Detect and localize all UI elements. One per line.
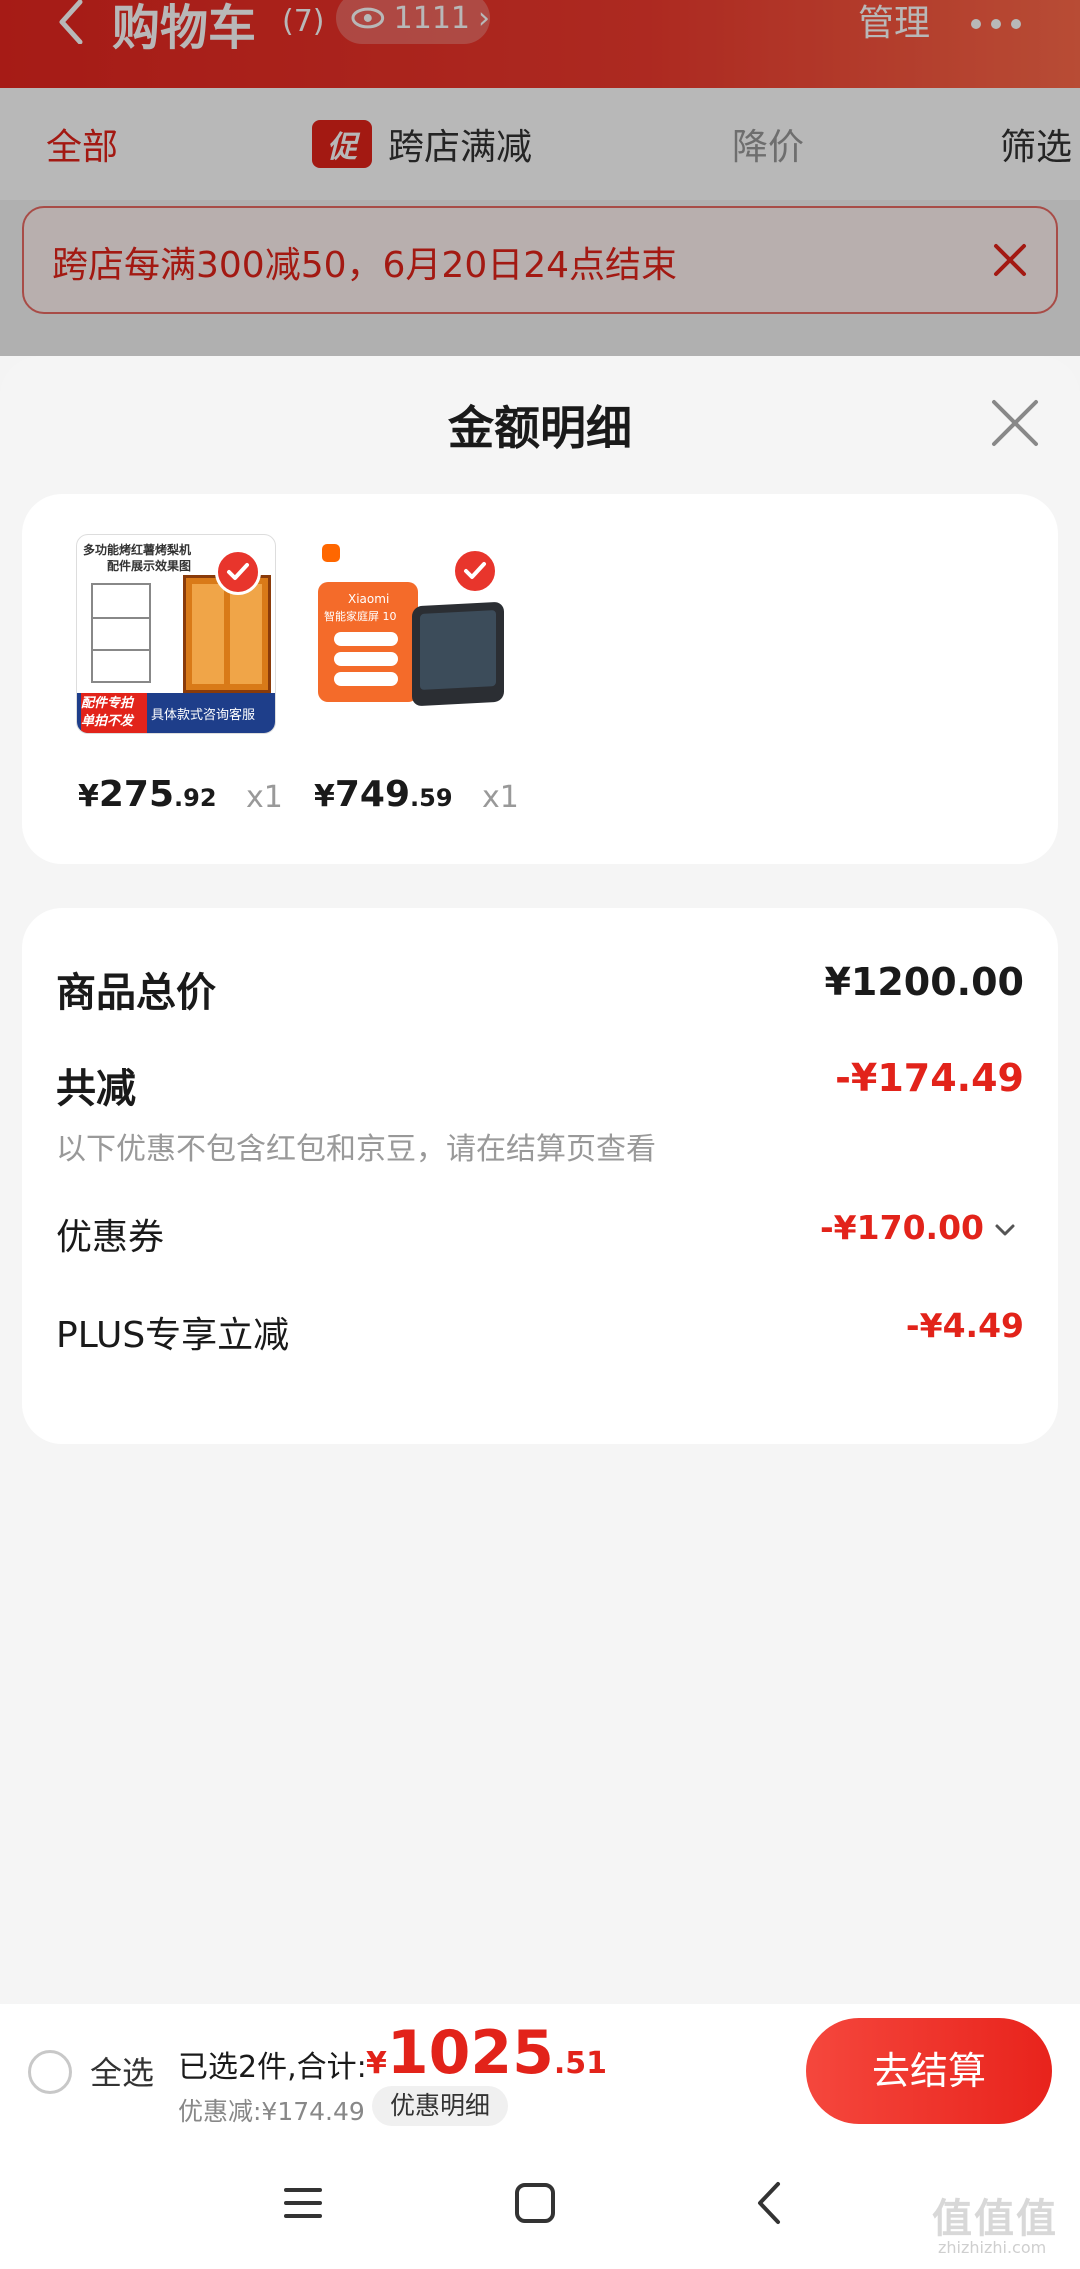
select-all-radio[interactable] [28,2050,72,2094]
system-nav-bar [0,2138,1080,2269]
watermark-url: zhizhizhi.com [938,2238,1047,2257]
item-price: ¥749.59 [314,774,453,815]
amount-detail-sheet: 金额明细 多功能烤红薯烤梨机 配件展示效果图 配件专拍 单拍不发 具体款式咨询客… [0,356,1080,2006]
checkout-bar: 全选 已选2件,合计: ¥1025.51 优惠减:¥174.49 优惠明细 去结… [0,2004,1080,2138]
item-price: ¥275.92 [78,774,217,815]
discount-value: -¥174.49 [835,1056,1024,1100]
checkout-button[interactable]: 去结算 [806,2018,1052,2124]
total-value: ¥1200.00 [824,960,1024,1004]
discount-detail-button[interactable]: 优惠明细 [372,2086,509,2126]
thumb-caption: 配件展示效果图 [107,559,192,573]
list-item[interactable]: Xiaomi 智能家庭屏 10 ¥749.59 x1 [312,534,522,815]
nav-back-icon[interactable] [746,2178,796,2228]
feature-pill [334,632,398,646]
checkmark-icon [452,548,498,594]
shelf-illustration [91,583,151,683]
feature-pill [334,652,398,666]
sheet-title: 金额明细 [448,401,632,455]
thumb-caption: 多功能烤红薯烤梨机 [83,543,192,557]
chevron-down-icon[interactable] [994,1222,1016,1238]
thumb-service: 具体款式咨询客服 [151,708,256,723]
total-amount: ¥1025.51 [366,2018,608,2088]
selected-summary: 已选2件,合计: [178,2050,367,2085]
discount-note: 以下优惠不包含红包和京豆，请在结算页查看 [56,1132,656,1167]
discount-label: 共减 [56,1066,136,1112]
select-all-label[interactable]: 全选 [90,2048,154,2094]
total-label: 商品总价 [56,970,216,1016]
thumb-tag: 配件专拍 单拍不发 [81,693,147,733]
product-image: Xiaomi 智能家庭屏 10 [312,534,512,734]
close-icon[interactable] [990,398,1040,448]
list-item[interactable]: 多功能烤红薯烤梨机 配件展示效果图 配件专拍 单拍不发 具体款式咨询客服 ¥27… [76,534,286,815]
checkmark-icon [215,549,261,595]
home-icon[interactable] [510,2178,560,2228]
device-illustration [412,601,504,707]
promo-card: Xiaomi 智能家庭屏 10 [318,582,418,702]
feature-pill [334,672,398,686]
thumb-name: 智能家庭屏 10 [324,610,397,623]
item-qty: x1 [246,780,283,815]
plus-value: -¥4.49 [905,1306,1024,1345]
recent-apps-icon[interactable] [278,2178,328,2228]
price-summary-card: 商品总价 ¥1200.00 共减 -¥174.49 以下优惠不包含红包和京豆，请… [22,908,1058,1444]
selected-items-card: 多功能烤红薯烤梨机 配件展示效果图 配件专拍 单拍不发 具体款式咨询客服 ¥27… [22,494,1058,864]
thumb-footer: 配件专拍 单拍不发 具体款式咨询客服 [77,693,275,733]
coupon-value: -¥170.00 [819,1208,984,1247]
mi-logo-icon [322,544,340,562]
watermark-logo: 值值值 [932,2196,1058,2242]
product-image: 多功能烤红薯烤梨机 配件展示效果图 配件专拍 单拍不发 具体款式咨询客服 [76,534,276,734]
overlay-dim[interactable] [0,0,1080,356]
coupon-label: 优惠券 [56,1217,165,1258]
item-qty: x1 [482,780,519,815]
plus-label: PLUS专享立减 [56,1315,290,1356]
thumb-brand: Xiaomi [348,592,390,606]
saved-amount: 优惠减:¥174.49 [178,2097,365,2126]
